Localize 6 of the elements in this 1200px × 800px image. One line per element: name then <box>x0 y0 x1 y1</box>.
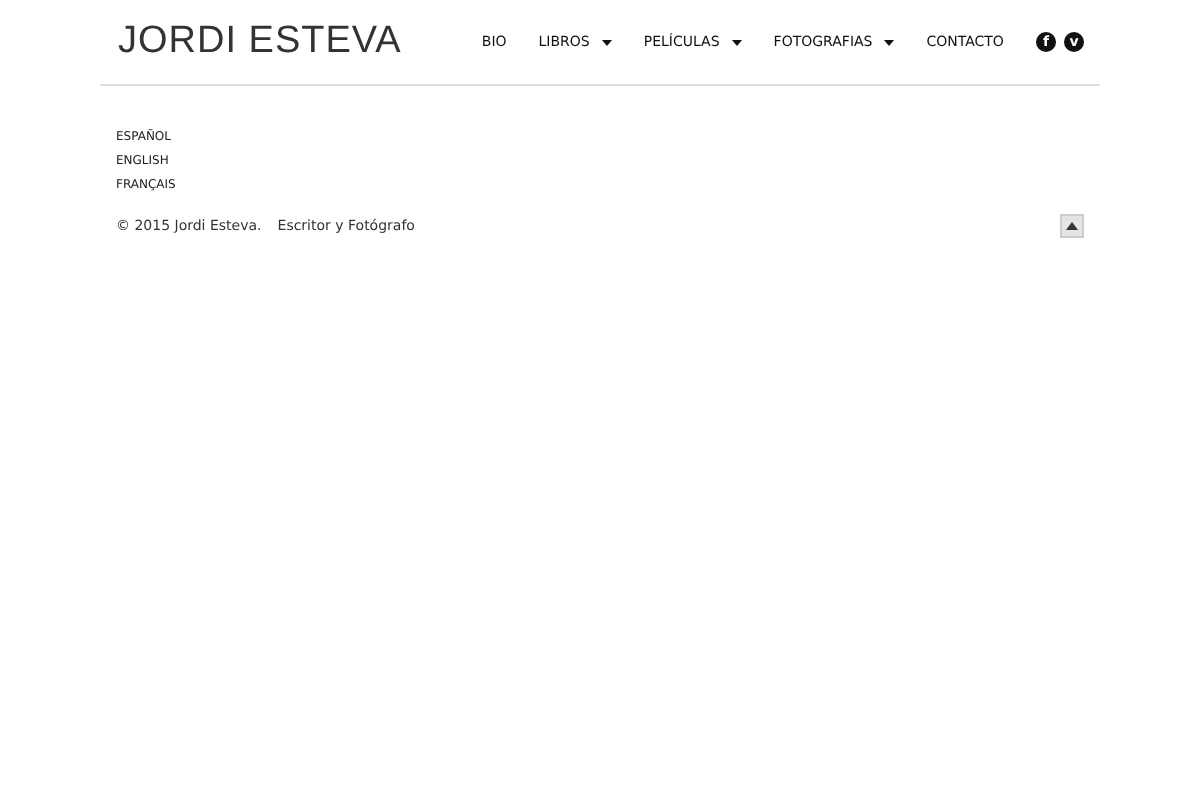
caret-up-icon <box>1066 222 1078 230</box>
site-logo[interactable]: JORDI ESTEVA <box>118 13 402 71</box>
caret-down-icon <box>731 39 742 45</box>
caret-down-icon <box>601 39 612 45</box>
caret-down-icon <box>884 39 895 45</box>
back-to-top-button[interactable] <box>1060 214 1084 238</box>
